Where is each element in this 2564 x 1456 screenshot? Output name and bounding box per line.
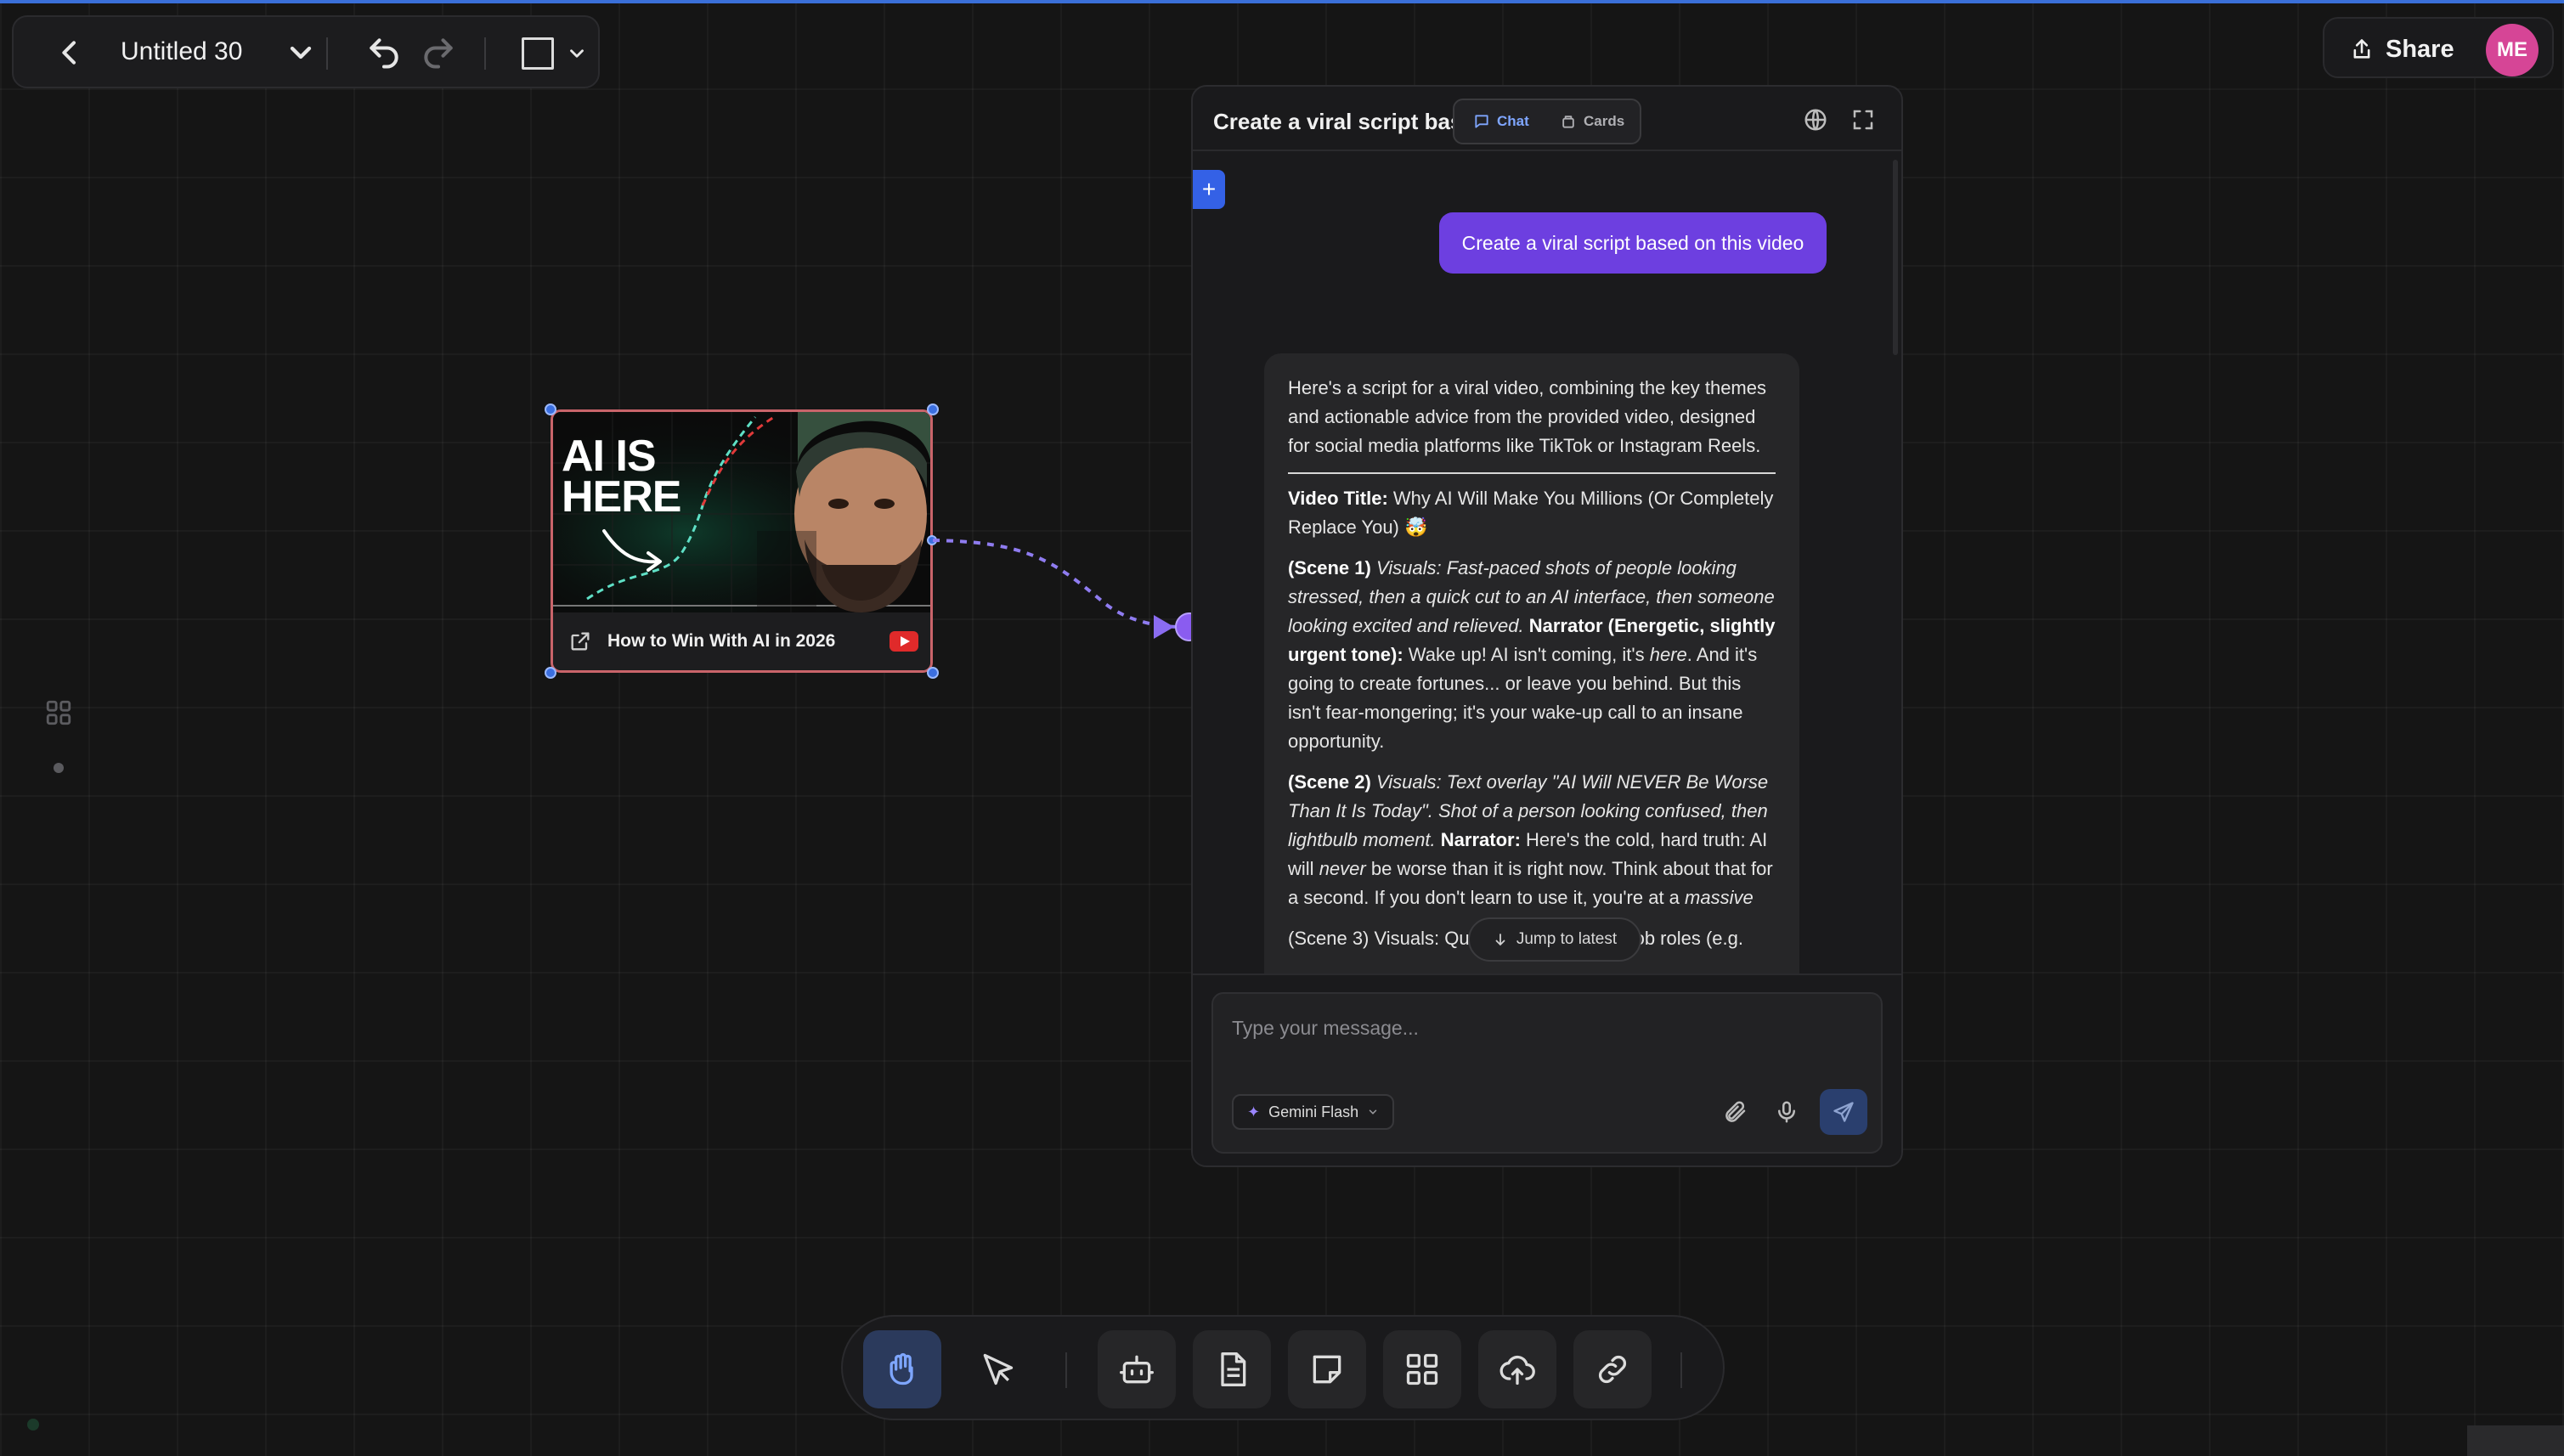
chat-scrollbar[interactable] xyxy=(1893,160,1898,355)
ai-intro: Here's a script for a viral video, combi… xyxy=(1288,377,1766,456)
video-thumbnail: AI IS HERE xyxy=(553,412,930,612)
scene-label: (Scene 2) xyxy=(1288,771,1371,793)
toolbar-divider xyxy=(484,37,486,70)
board-title[interactable]: Untitled 30 xyxy=(121,37,242,66)
narrator-label: Narrator: xyxy=(1440,829,1521,850)
cards-icon xyxy=(1562,116,1574,128)
scene-emphasis: massive xyxy=(1685,887,1754,908)
toolbar-divider xyxy=(326,37,328,70)
external-link-icon[interactable] xyxy=(568,629,592,653)
cloud-upload-icon xyxy=(1499,1355,1535,1385)
dock-divider xyxy=(1065,1352,1067,1388)
video-caption: How to Win With AI in 2026 xyxy=(553,612,930,670)
upload-button[interactable] xyxy=(1478,1330,1556,1408)
microphone-icon[interactable] xyxy=(1774,1099,1799,1125)
chat-bubble-icon xyxy=(1475,115,1488,128)
sparkle-icon: ✦ xyxy=(1247,1103,1261,1120)
video-title-label: Video Title: xyxy=(1288,488,1388,509)
share-area: Share ME xyxy=(2323,17,2554,78)
tab-cards-label: Cards xyxy=(1584,113,1625,129)
status-dot xyxy=(27,1419,39,1431)
tab-chat[interactable]: Chat xyxy=(1460,105,1539,138)
youtube-icon xyxy=(889,631,918,652)
sticky-note-icon xyxy=(1313,1355,1341,1384)
message-input[interactable] xyxy=(1232,1009,1861,1047)
video-title: How to Win With AI in 2026 xyxy=(607,631,836,651)
user-message: Create a viral script based on this vide… xyxy=(1439,212,1827,274)
side-dot[interactable] xyxy=(54,763,64,773)
chevron-down-icon[interactable] xyxy=(566,42,588,65)
tab-chat-label: Chat xyxy=(1497,113,1529,129)
globe-icon[interactable] xyxy=(1803,107,1828,133)
link-icon xyxy=(1598,1355,1627,1384)
document-button[interactable] xyxy=(1193,1330,1271,1408)
chat-title: Create a viral script based on this vide… xyxy=(1213,109,1468,134)
composer-area: ✦ Gemini Flash xyxy=(1193,973,1901,1165)
send-icon xyxy=(1833,1102,1854,1122)
ai-scene-1: (Scene 1) Visuals: Fast-paced shots of p… xyxy=(1288,554,1776,756)
scene-text: Wake up! AI isn't coming, it's xyxy=(1408,644,1645,665)
hand-icon xyxy=(889,1353,913,1385)
avatar[interactable]: ME xyxy=(2486,24,2539,76)
chevron-down-icon xyxy=(1369,1109,1377,1115)
grid-layout-button[interactable] xyxy=(1383,1330,1461,1408)
document-icon xyxy=(1221,1352,1246,1386)
node-connector xyxy=(932,539,1204,641)
chat-header: Create a viral script based on this vide… xyxy=(1193,87,1901,151)
resize-handle[interactable] xyxy=(545,404,556,415)
bottom-toolbar xyxy=(841,1315,1725,1420)
undo-icon[interactable] xyxy=(365,34,403,71)
chat-panel: Create a viral script based on this vide… xyxy=(1191,85,1903,1167)
resize-handle[interactable] xyxy=(927,404,939,415)
grid-icon[interactable] xyxy=(44,698,73,727)
top-accent-bar xyxy=(0,0,2564,3)
paperclip-icon[interactable] xyxy=(1723,1099,1748,1125)
jump-label: Jump to latest xyxy=(1516,930,1618,948)
back-arrow-icon[interactable] xyxy=(53,36,87,70)
scene-emphasis: here xyxy=(1649,644,1687,665)
select-tool-button[interactable] xyxy=(958,1330,1036,1408)
link-button[interactable] xyxy=(1573,1330,1652,1408)
view-toggle: Chat Cards xyxy=(1453,99,1641,144)
ai-agent-button[interactable] xyxy=(1098,1330,1176,1408)
robot-icon xyxy=(1120,1355,1154,1384)
grid-icon xyxy=(1406,1353,1438,1385)
share-icon xyxy=(2353,39,2370,59)
top-toolbar: Untitled 30 xyxy=(12,15,600,88)
chevron-down-icon[interactable] xyxy=(284,36,318,70)
share-button[interactable]: Share xyxy=(2350,31,2454,68)
corner-badge xyxy=(2467,1425,2564,1456)
redo-icon[interactable] xyxy=(420,34,457,71)
shape-tool-button[interactable] xyxy=(522,37,554,70)
scene-emphasis: never xyxy=(1319,858,1366,879)
jump-to-latest-button[interactable]: Jump to latest xyxy=(1468,917,1641,962)
ai-scene-2: (Scene 2) Visuals: Text overlay "AI Will… xyxy=(1288,768,1776,912)
scene-label: (Scene 1) xyxy=(1288,557,1371,578)
thumbnail-text: AI IS HERE xyxy=(562,432,681,522)
sticky-note-button[interactable] xyxy=(1288,1330,1366,1408)
hand-tool-button[interactable] xyxy=(863,1330,941,1408)
resize-handle[interactable] xyxy=(545,667,556,679)
video-node[interactable]: AI IS HERE How to Win With AI in 2026 xyxy=(551,409,933,673)
tab-cards[interactable]: Cards xyxy=(1553,105,1638,138)
share-label: Share xyxy=(2386,35,2454,63)
add-context-button[interactable]: + xyxy=(1193,170,1225,209)
expand-icon[interactable] xyxy=(1850,107,1876,133)
model-select[interactable]: ✦ Gemini Flash xyxy=(1232,1094,1395,1130)
arrow-down-icon xyxy=(1495,934,1505,946)
ai-video-title: Video Title: Why AI Will Make You Millio… xyxy=(1288,484,1776,542)
dock-divider xyxy=(1680,1352,1682,1388)
composer: ✦ Gemini Flash xyxy=(1211,992,1883,1154)
resize-handle[interactable] xyxy=(927,667,939,679)
send-button[interactable] xyxy=(1820,1089,1867,1135)
model-label: Gemini Flash xyxy=(1268,1103,1359,1120)
cursor-icon xyxy=(983,1353,1014,1385)
divider xyxy=(1288,472,1776,474)
